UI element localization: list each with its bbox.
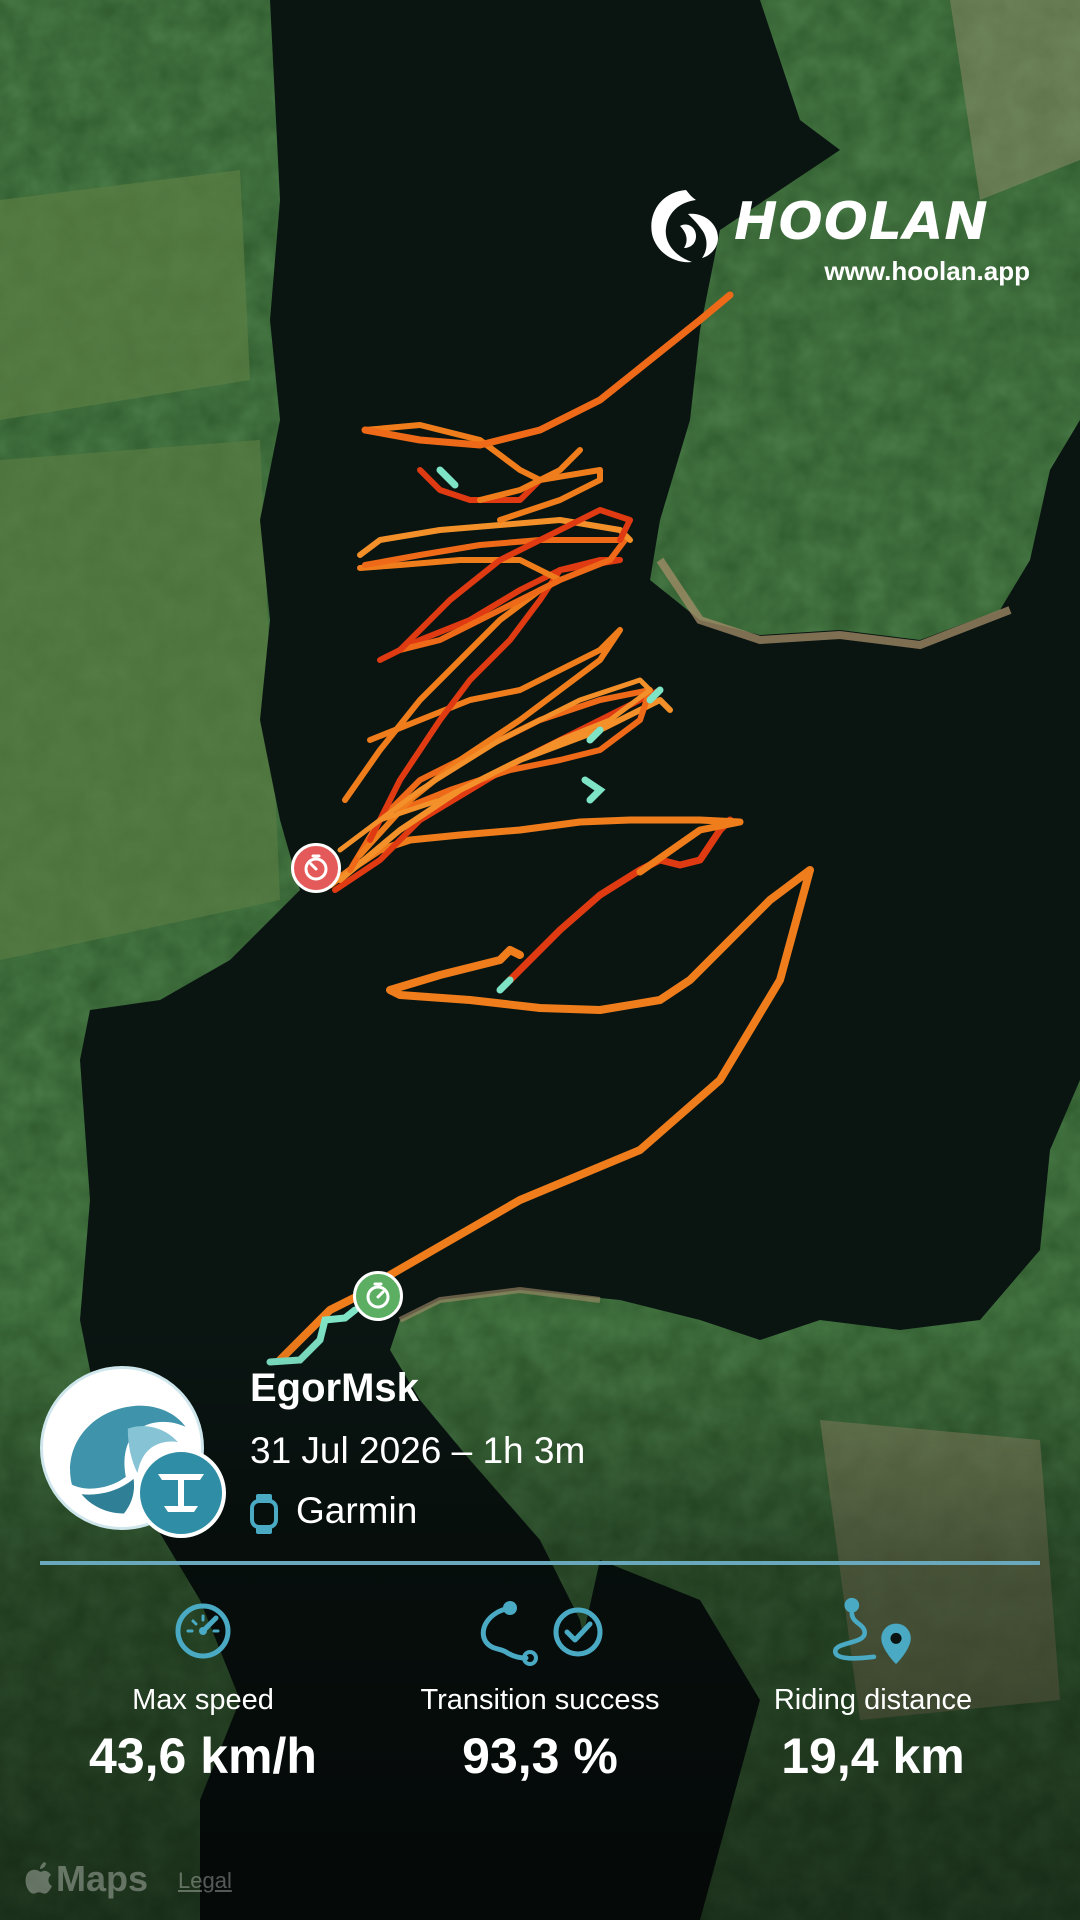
stat-max-speed: Max speed 43,6 km/h bbox=[53, 1596, 353, 1785]
device-name: Garmin bbox=[296, 1490, 418, 1531]
hydrofoil-icon bbox=[158, 1474, 204, 1512]
session-date-duration: 31 Jul 2026 – 1h 3m bbox=[250, 1430, 586, 1471]
route-pin-icon bbox=[832, 1597, 911, 1665]
username[interactable]: EgorMsk bbox=[250, 1366, 419, 1411]
field-area bbox=[0, 170, 250, 420]
brand-watermark: HOOLAN www.hoolan.app bbox=[644, 182, 1044, 292]
sport-badge bbox=[136, 1448, 226, 1538]
field-area bbox=[0, 440, 280, 960]
hoolan-logo-icon bbox=[651, 190, 718, 263]
stat-label: Riding distance bbox=[773, 1684, 973, 1716]
stat-label: Max speed bbox=[132, 1684, 274, 1716]
speedometer-icon bbox=[175, 1603, 231, 1659]
session-header: EgorMsk 31 Jul 2026 – 1h 3m Garmin bbox=[40, 1366, 1040, 1546]
legal-link[interactable]: Legal bbox=[178, 1868, 232, 1894]
brand-name: HOOLAN bbox=[734, 192, 989, 252]
stat-riding-distance: Riding distance 19,4 km bbox=[723, 1596, 1023, 1785]
divider bbox=[40, 1561, 1040, 1565]
stat-value: 19,4 km bbox=[781, 1728, 965, 1784]
stat-value: 43,6 km/h bbox=[89, 1728, 317, 1784]
end-marker[interactable] bbox=[291, 843, 341, 893]
apple-icon bbox=[25, 1862, 52, 1894]
stopwatch-icon bbox=[366, 1282, 390, 1309]
stat-value: 93,3 % bbox=[462, 1728, 618, 1784]
watch-icon bbox=[250, 1494, 278, 1534]
maps-label: Maps bbox=[56, 1858, 149, 1899]
stat-label: Transition success bbox=[420, 1684, 660, 1716]
stat-transition-success: Transition success 93,3 % bbox=[390, 1596, 690, 1785]
stopwatch-icon bbox=[304, 854, 328, 881]
brand-url: www.hoolan.app bbox=[824, 256, 1030, 286]
start-marker[interactable] bbox=[353, 1271, 403, 1321]
transition-check-icon bbox=[480, 1601, 603, 1666]
